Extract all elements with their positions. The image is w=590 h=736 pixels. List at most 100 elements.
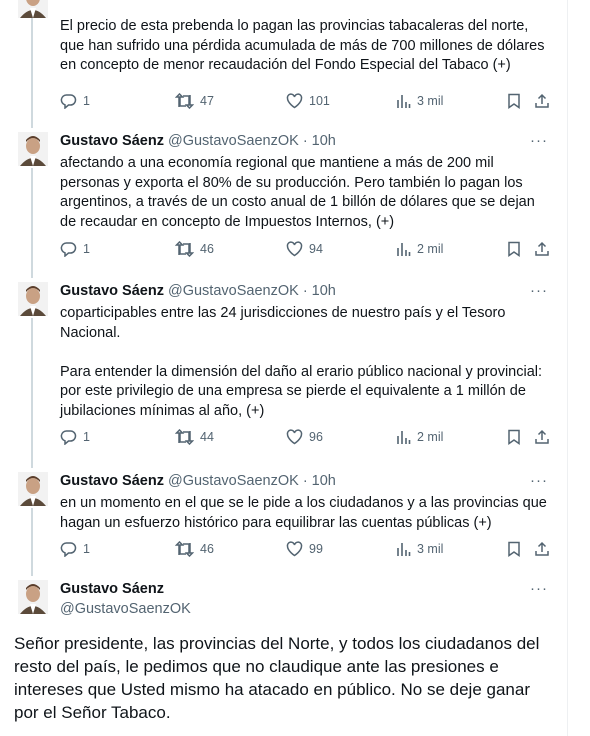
avatar[interactable] — [18, 132, 48, 166]
timestamp[interactable]: · 10h — [303, 473, 336, 489]
bookmark-button[interactable] — [507, 93, 521, 109]
like-button[interactable]: 99 — [286, 541, 323, 557]
timestamp[interactable]: · 10h — [303, 133, 336, 149]
retweet-icon — [175, 93, 194, 109]
author-handle[interactable]: @GustavoSaenzOK — [168, 473, 299, 489]
views-icon — [397, 243, 411, 256]
retweet-count: 44 — [200, 430, 214, 444]
heart-icon — [286, 241, 303, 257]
tweet-header: Gustavo Sáenz @GustavoSaenzOK · 10h — [60, 473, 336, 489]
like-button[interactable]: 94 — [286, 241, 323, 257]
more-options-icon[interactable]: ··· — [530, 472, 548, 489]
share-button[interactable] — [534, 93, 550, 109]
tweet-header: Gustavo Sáenz @GustavoSaenzOK · 10h — [60, 283, 336, 299]
tweet[interactable]: Gustavo Sáenz @GustavoSaenzOK · 10h ··· … — [0, 470, 568, 570]
retweet-icon — [175, 241, 194, 257]
reply-count: 1 — [83, 242, 90, 256]
avatar[interactable] — [18, 0, 48, 18]
like-button[interactable]: 101 — [286, 93, 330, 109]
share-button[interactable] — [534, 429, 550, 445]
more-options-icon[interactable]: ··· — [530, 580, 548, 597]
bookmark-button[interactable] — [507, 429, 521, 445]
views-button[interactable]: 2 mil — [396, 241, 443, 257]
tweet[interactable]: Gustavo Sáenz @GustavoSaenzOK · 10h ··· … — [0, 280, 568, 460]
views-icon — [397, 431, 411, 444]
views-count: 3 mil — [417, 94, 444, 108]
share-icon — [535, 241, 549, 256]
share-icon — [535, 541, 549, 556]
retweet-button[interactable]: 44 — [175, 429, 214, 445]
bookmark-icon — [508, 429, 520, 445]
tweet-text: en un momento en el que se le pide a los… — [60, 495, 547, 531]
views-count: 2 mil — [417, 242, 444, 256]
avatar[interactable] — [18, 580, 48, 614]
like-button[interactable]: 96 — [286, 429, 323, 445]
tweet[interactable]: El precio de esta prebenda lo pagan las … — [0, 0, 568, 120]
avatar[interactable] — [18, 472, 48, 506]
retweet-button[interactable]: 46 — [175, 241, 214, 257]
retweet-icon — [175, 429, 194, 445]
tweet-header: Gustavo Sáenz @GustavoSaenzOK — [60, 581, 191, 617]
reply-count: 1 — [83, 430, 90, 444]
reply-icon — [60, 94, 77, 109]
tweet-actions: 1 46 94 2 mil — [60, 241, 550, 261]
views-icon — [397, 543, 411, 556]
tweet-actions: 1 46 99 3 mil — [60, 541, 550, 561]
views-button[interactable]: 3 mil — [396, 93, 443, 109]
retweet-button[interactable]: 46 — [175, 541, 214, 557]
reply-icon — [60, 542, 77, 557]
timestamp[interactable]: · 10h — [303, 283, 336, 299]
share-button[interactable] — [534, 541, 550, 557]
author-handle[interactable]: @GustavoSaenzOK — [168, 283, 299, 299]
views-button[interactable]: 2 mil — [396, 429, 443, 445]
author-handle[interactable]: @GustavoSaenzOK — [168, 133, 299, 149]
views-button[interactable]: 3 mil — [396, 541, 443, 557]
more-options-icon[interactable]: ··· — [530, 132, 548, 149]
tweet-actions: 1 44 96 2 mil — [60, 429, 550, 449]
retweet-icon — [175, 541, 194, 557]
tweet-header: Gustavo Sáenz @GustavoSaenzOK · 10h — [60, 133, 336, 149]
like-count: 99 — [309, 542, 323, 556]
retweet-count: 46 — [200, 242, 214, 256]
retweet-count: 47 — [200, 94, 214, 108]
reply-count: 1 — [83, 94, 90, 108]
tweet-text: Señor presidente, las provincias del Nor… — [14, 634, 540, 722]
bookmark-icon — [508, 541, 520, 557]
heart-icon — [286, 429, 303, 445]
share-icon — [535, 429, 549, 444]
tweet[interactable]: Gustavo Sáenz @GustavoSaenzOK · 10h ··· … — [0, 130, 568, 270]
author-name[interactable]: Gustavo Sáenz — [60, 473, 164, 489]
tweet-text: afectando a una economía regional que ma… — [60, 155, 535, 230]
focused-tweet[interactable]: Gustavo Sáenz @GustavoSaenzOK ··· Señor … — [0, 578, 568, 736]
tweet-actions: 1 47 101 3 mil — [60, 93, 550, 113]
bookmark-button[interactable] — [507, 541, 521, 557]
views-icon — [397, 95, 411, 108]
bookmark-icon — [508, 241, 520, 257]
share-button[interactable] — [534, 241, 550, 257]
views-count: 3 mil — [417, 542, 444, 556]
reply-button[interactable]: 1 — [60, 93, 90, 109]
reply-button[interactable]: 1 — [60, 429, 90, 445]
heart-icon — [286, 541, 303, 557]
like-count: 96 — [309, 430, 323, 444]
like-count: 94 — [309, 242, 323, 256]
reply-count: 1 — [83, 542, 90, 556]
reply-button[interactable]: 1 — [60, 541, 90, 557]
author-handle[interactable]: @GustavoSaenzOK — [60, 601, 191, 617]
bookmark-button[interactable] — [507, 241, 521, 257]
like-count: 101 — [309, 94, 330, 108]
author-name[interactable]: Gustavo Sáenz — [60, 283, 164, 299]
author-name[interactable]: Gustavo Sáenz — [60, 581, 191, 597]
reply-icon — [60, 430, 77, 445]
reply-icon — [60, 242, 77, 257]
reply-button[interactable]: 1 — [60, 241, 90, 257]
share-icon — [535, 93, 549, 108]
heart-icon — [286, 93, 303, 109]
retweet-button[interactable]: 47 — [175, 93, 214, 109]
author-name[interactable]: Gustavo Sáenz — [60, 133, 164, 149]
retweet-count: 46 — [200, 542, 214, 556]
more-options-icon[interactable]: ··· — [530, 282, 548, 299]
avatar[interactable] — [18, 282, 48, 316]
views-count: 2 mil — [417, 430, 444, 444]
tweet-text: coparticipables entre las 24 jurisdiccio… — [60, 305, 543, 419]
